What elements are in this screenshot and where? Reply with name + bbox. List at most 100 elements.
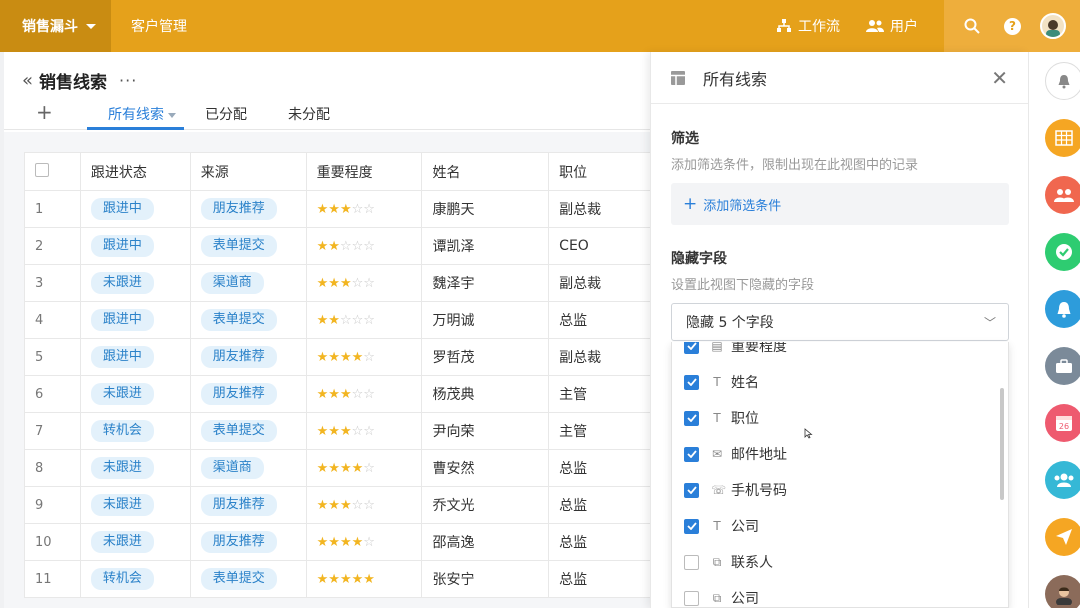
- table-row[interactable]: 4 跟进中 表单提交 ★★☆☆☆ 万明诚 总监: [24, 301, 654, 339]
- importance-cell[interactable]: ★★☆☆☆: [305, 301, 423, 339]
- star-filled-icon[interactable]: ★: [340, 572, 352, 587]
- column-header[interactable]: 重要程度: [305, 152, 423, 191]
- star-filled-icon[interactable]: ★: [317, 276, 329, 291]
- title-cell[interactable]: 总监: [548, 486, 654, 524]
- star-empty-icon[interactable]: ☆: [352, 202, 364, 217]
- column-header[interactable]: 跟进状态: [79, 152, 191, 191]
- hide-fields-select[interactable]: 隐藏 5 个字段 ﹀: [671, 303, 1009, 341]
- star-rating[interactable]: ★★★★☆: [317, 535, 375, 550]
- star-rating[interactable]: ★★★★☆: [317, 461, 375, 476]
- contacts-app-icon[interactable]: [1045, 176, 1080, 214]
- profile-app-icon[interactable]: [1045, 575, 1080, 608]
- checkbox-checked[interactable]: [684, 446, 699, 462]
- star-filled-icon[interactable]: ★: [328, 387, 340, 402]
- name-cell[interactable]: 康鹏天: [421, 190, 550, 228]
- workflow-button[interactable]: 工作流: [776, 16, 840, 36]
- table-row[interactable]: 1 跟进中 朋友推荐 ★★★☆☆ 康鹏天 副总裁: [24, 190, 654, 228]
- app-switcher[interactable]: 销售漏斗: [0, 0, 111, 52]
- importance-cell[interactable]: ★★★★★: [305, 560, 423, 598]
- more-options-icon[interactable]: ···: [119, 71, 137, 90]
- star-filled-icon[interactable]: ★: [317, 313, 329, 328]
- title-cell[interactable]: 总监: [548, 523, 654, 561]
- title-cell[interactable]: 副总裁: [548, 190, 654, 228]
- star-empty-icon[interactable]: ☆: [363, 276, 375, 291]
- star-filled-icon[interactable]: ★: [328, 276, 340, 291]
- add-filter-button[interactable]: + 添加筛选条件: [671, 183, 1009, 225]
- star-filled-icon[interactable]: ★: [317, 202, 329, 217]
- field-option[interactable]: T 姓名: [684, 364, 759, 400]
- star-empty-icon[interactable]: ☆: [363, 387, 375, 402]
- column-header[interactable]: 来源: [189, 152, 307, 191]
- star-filled-icon[interactable]: ★: [317, 239, 329, 254]
- title-cell[interactable]: 总监: [548, 449, 654, 487]
- source-cell[interactable]: 朋友推荐: [189, 523, 307, 561]
- send-app-icon[interactable]: [1045, 518, 1080, 556]
- title-cell[interactable]: 总监: [548, 301, 654, 339]
- column-header[interactable]: 职位: [548, 152, 654, 191]
- star-rating[interactable]: ★★★★★: [317, 572, 375, 587]
- hide-fields-dropdown[interactable]: ▤ 重要程度 T 姓名 T 职位 ✉ 邮件地址 ☏ 手机号码 T 公司 ⧉ 联系人 ⧉ 公司: [671, 342, 1009, 608]
- star-empty-icon[interactable]: ☆: [363, 535, 375, 550]
- star-empty-icon[interactable]: ☆: [363, 350, 375, 365]
- table-row[interactable]: 9 未跟进 朋友推荐 ★★★☆☆ 乔文光 总监: [24, 486, 654, 524]
- name-cell[interactable]: 张安宁: [421, 560, 550, 598]
- source-cell[interactable]: 渠道商: [189, 264, 307, 302]
- field-option[interactable]: ⧉ 公司: [684, 580, 759, 607]
- status-cell[interactable]: 未跟进: [79, 486, 191, 524]
- star-filled-icon[interactable]: ★: [340, 276, 352, 291]
- star-empty-icon[interactable]: ☆: [363, 313, 375, 328]
- checkbox-checked[interactable]: [684, 482, 699, 498]
- select-all-checkbox[interactable]: [35, 162, 49, 177]
- status-cell[interactable]: 跟进中: [79, 227, 191, 265]
- status-cell[interactable]: 未跟进: [79, 449, 191, 487]
- table-row[interactable]: 7 转机会 表单提交 ★★★☆☆ 尹向荣 主管: [24, 412, 654, 450]
- star-rating[interactable]: ★★☆☆☆: [317, 239, 375, 254]
- source-cell[interactable]: 表单提交: [189, 412, 307, 450]
- star-empty-icon[interactable]: ☆: [363, 498, 375, 513]
- dropdown-scrollbar[interactable]: [1000, 388, 1004, 500]
- star-filled-icon[interactable]: ★: [317, 350, 329, 365]
- checkbox-unchecked[interactable]: [684, 590, 699, 606]
- name-cell[interactable]: 万明诚: [421, 301, 550, 339]
- briefcase-app-icon[interactable]: [1045, 347, 1080, 385]
- source-cell[interactable]: 表单提交: [189, 227, 307, 265]
- star-rating[interactable]: ★★★☆☆: [317, 498, 375, 513]
- name-cell[interactable]: 邵高逸: [421, 523, 550, 561]
- nav-customers[interactable]: 客户管理: [131, 16, 187, 36]
- star-filled-icon[interactable]: ★: [328, 572, 340, 587]
- source-cell[interactable]: 朋友推荐: [189, 375, 307, 413]
- grid-app-icon[interactable]: [1045, 119, 1080, 157]
- star-rating[interactable]: ★★★★☆: [317, 350, 375, 365]
- title-cell[interactable]: CEO: [548, 227, 654, 265]
- source-cell[interactable]: 表单提交: [189, 560, 307, 598]
- tab-all-leads[interactable]: 所有线索: [108, 104, 176, 124]
- title-cell[interactable]: 总监: [548, 560, 654, 598]
- importance-cell[interactable]: ★★☆☆☆: [305, 227, 423, 265]
- notify-app-icon[interactable]: [1045, 290, 1080, 328]
- star-filled-icon[interactable]: ★: [340, 202, 352, 217]
- field-option[interactable]: ☏ 手机号码: [684, 472, 787, 508]
- star-filled-icon[interactable]: ★: [317, 461, 329, 476]
- status-cell[interactable]: 跟进中: [79, 338, 191, 376]
- name-cell[interactable]: 乔文光: [421, 486, 550, 524]
- star-rating[interactable]: ★★★☆☆: [317, 202, 375, 217]
- title-cell[interactable]: 主管: [548, 412, 654, 450]
- star-filled-icon[interactable]: ★: [352, 350, 364, 365]
- star-filled-icon[interactable]: ★: [328, 239, 340, 254]
- importance-cell[interactable]: ★★★☆☆: [305, 486, 423, 524]
- importance-cell[interactable]: ★★★☆☆: [305, 264, 423, 302]
- user-avatar-button[interactable]: [1039, 12, 1067, 40]
- star-filled-icon[interactable]: ★: [352, 572, 364, 587]
- close-icon[interactable]: ✕: [991, 66, 1008, 90]
- star-filled-icon[interactable]: ★: [340, 535, 352, 550]
- field-option[interactable]: ▤ 重要程度: [684, 342, 787, 364]
- star-empty-icon[interactable]: ☆: [363, 202, 375, 217]
- source-cell[interactable]: 渠道商: [189, 449, 307, 487]
- star-filled-icon[interactable]: ★: [328, 313, 340, 328]
- importance-cell[interactable]: ★★★☆☆: [305, 412, 423, 450]
- star-empty-icon[interactable]: ☆: [352, 239, 364, 254]
- star-empty-icon[interactable]: ☆: [352, 498, 364, 513]
- collapse-sidebar-icon[interactable]: «: [22, 70, 33, 91]
- name-cell[interactable]: 罗哲茂: [421, 338, 550, 376]
- name-cell[interactable]: 曹安然: [421, 449, 550, 487]
